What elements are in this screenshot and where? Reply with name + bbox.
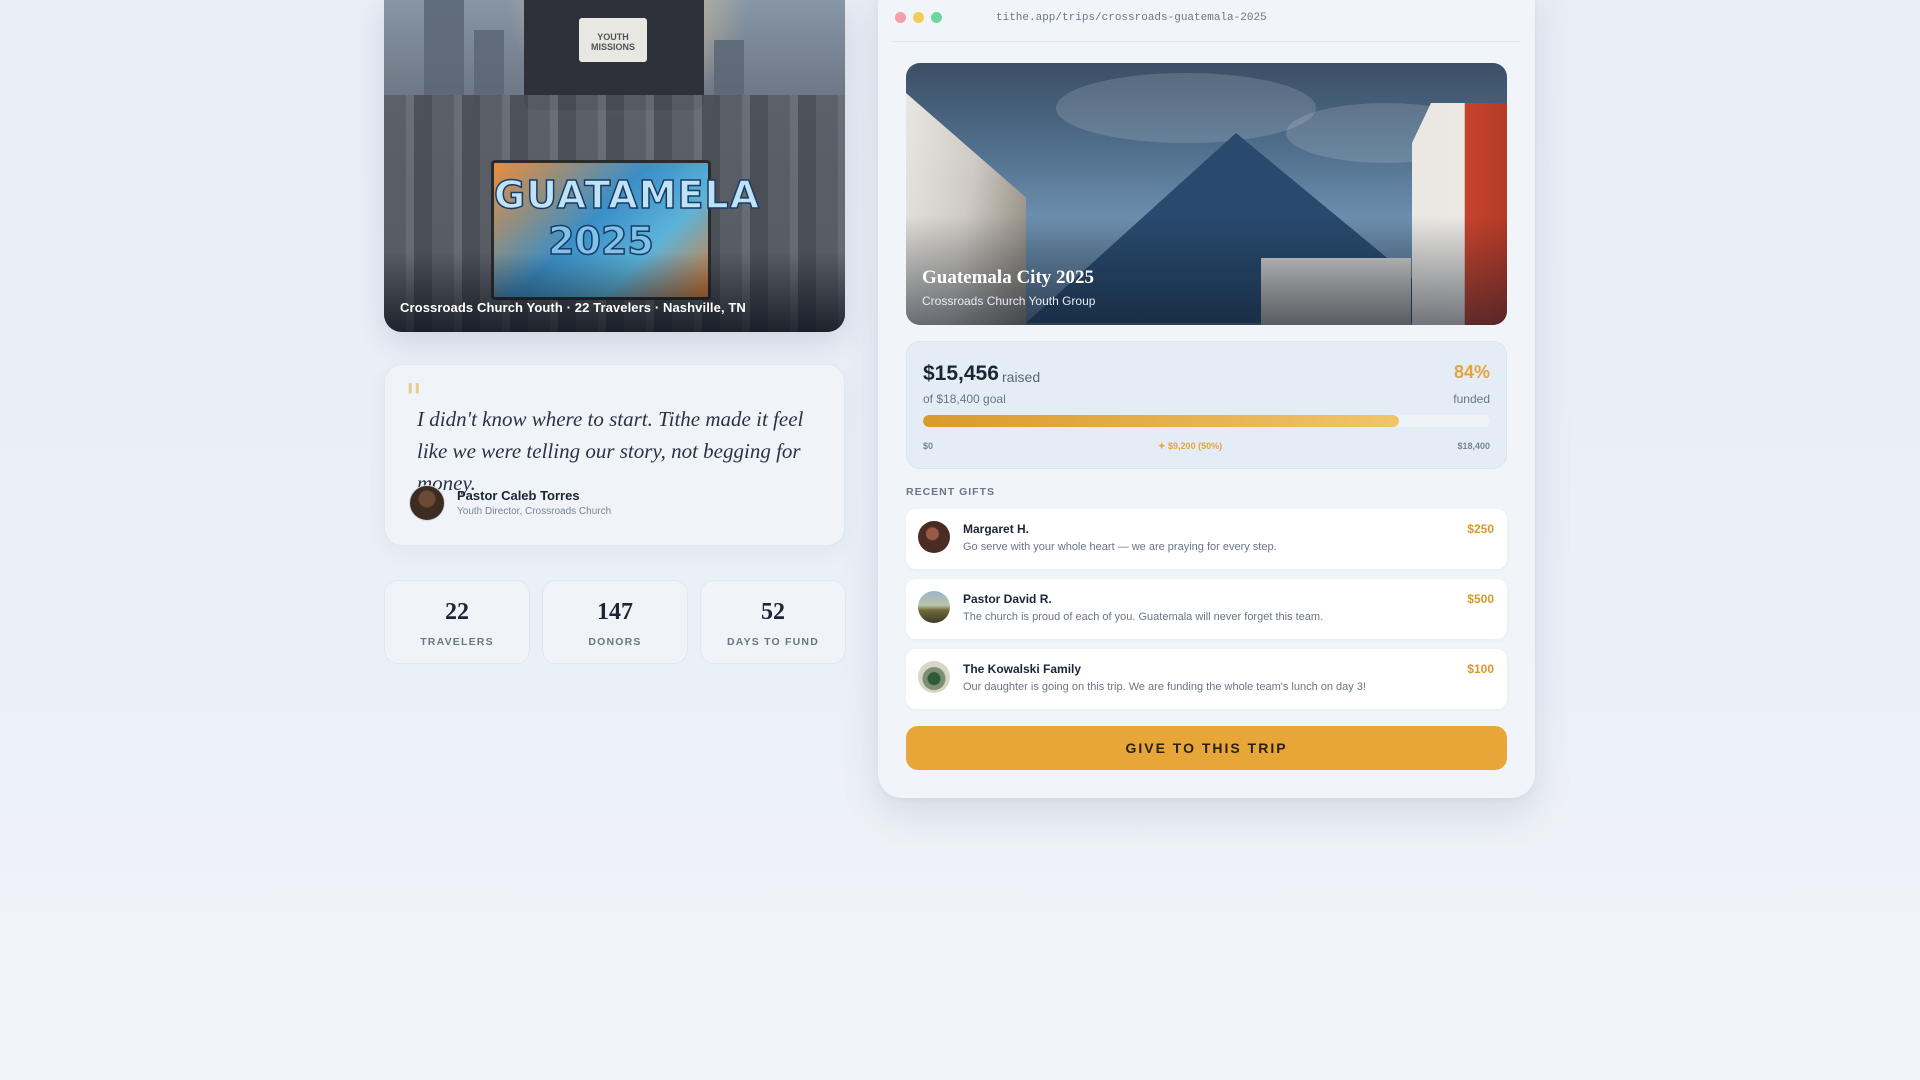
progress-bar-track [923, 415, 1490, 427]
stat-label: DAYS TO FUND [727, 636, 819, 648]
gift-item[interactable]: Pastor David R. The church is proud of e… [906, 579, 1507, 639]
address-bar-url[interactable]: tithe.app/trips/crossroads-guatemala-202… [996, 12, 1267, 24]
photo-caption: Crossroads Church Youth · 22 Travelers ·… [400, 300, 746, 315]
trip-subtitle: Crossroads Church Youth Group [922, 294, 1096, 308]
gift-message: The church is proud of each of you. Guat… [963, 611, 1324, 623]
gift-amount: $100 [1467, 662, 1494, 676]
author-avatar [409, 485, 445, 521]
donor-name: Pastor David R. [963, 592, 1052, 606]
stat-travelers: 22 TRAVELERS [384, 580, 530, 664]
stat-label: TRAVELERS [420, 636, 494, 648]
donor-avatar [918, 661, 950, 693]
funding-progress-card: $15,456 raised of $18,400 goal 84% funde… [906, 341, 1507, 469]
donor-name: Margaret H. [963, 522, 1030, 536]
stat-value: 147 [597, 599, 633, 625]
stat-label: DONORS [588, 636, 642, 648]
percent-label: funded [1453, 392, 1490, 406]
stat-donors: 147 DONORS [542, 580, 688, 664]
give-to-trip-button[interactable]: GIVE TO THIS TRIP [906, 726, 1507, 770]
donor-avatar [918, 521, 950, 553]
gift-message: Go serve with your whole heart — we are … [963, 541, 1277, 553]
gift-amount: $250 [1467, 522, 1494, 536]
testimonial-card: " I didn't know where to start. Tithe ma… [384, 364, 845, 546]
percent-funded: 84% [1453, 362, 1490, 382]
gift-item[interactable]: The Kowalski Family Our daughter is goin… [906, 649, 1507, 709]
footer-band [0, 942, 1920, 1080]
gift-message: Our daughter is going on this trip. We a… [963, 681, 1367, 693]
stat-value: 22 [445, 599, 469, 625]
trip-title: Guatemala City 2025 [922, 267, 1095, 288]
tick-end: $18,400 [1457, 441, 1490, 451]
gift-item[interactable]: Margaret H. Go serve with your whole hea… [906, 509, 1507, 569]
amount-raised: $15,456 [923, 362, 999, 385]
gift-amount: $500 [1467, 592, 1494, 606]
progress-bar-fill [923, 415, 1400, 427]
stat-days-to-fund: 52 DAYS TO FUND [700, 580, 846, 664]
tick-midpoint: ✦ $9,200 (50%) [1158, 441, 1223, 451]
window-close-dot[interactable] [895, 12, 906, 23]
goal-text: of $18,400 goal [923, 392, 1006, 406]
group-photo: YOUTH MISSIONS GUATAMELA 2025 Crossroads… [384, 0, 845, 332]
stat-value: 52 [761, 599, 785, 625]
tick-start: $0 [923, 441, 934, 451]
raised-label: raised [1002, 369, 1041, 385]
banner-line-1: GUATAMELA [493, 172, 761, 218]
donor-name: The Kowalski Family [963, 662, 1082, 676]
trip-app-window: tithe.app/trips/crossroads-guatemala-202… [878, 0, 1535, 798]
window-maximize-dot[interactable] [931, 12, 942, 23]
author-name: Pastor Caleb Torres [457, 488, 580, 503]
testimonial-quote: I didn't know where to start. Tithe made… [417, 407, 804, 495]
bus-sign: YOUTH MISSIONS [579, 18, 647, 62]
window-titlebar: tithe.app/trips/crossroads-guatemala-202… [892, 0, 1521, 42]
author-role: Youth Director, Crossroads Church [457, 506, 612, 517]
trip-cover-image: Guatemala City 2025 Crossroads Church Yo… [906, 63, 1507, 325]
photo-shade [384, 252, 845, 332]
window-minimize-dot[interactable] [913, 12, 924, 23]
donor-avatar [918, 591, 950, 623]
recent-gifts-heading: RECENT GIFTS [906, 486, 996, 498]
